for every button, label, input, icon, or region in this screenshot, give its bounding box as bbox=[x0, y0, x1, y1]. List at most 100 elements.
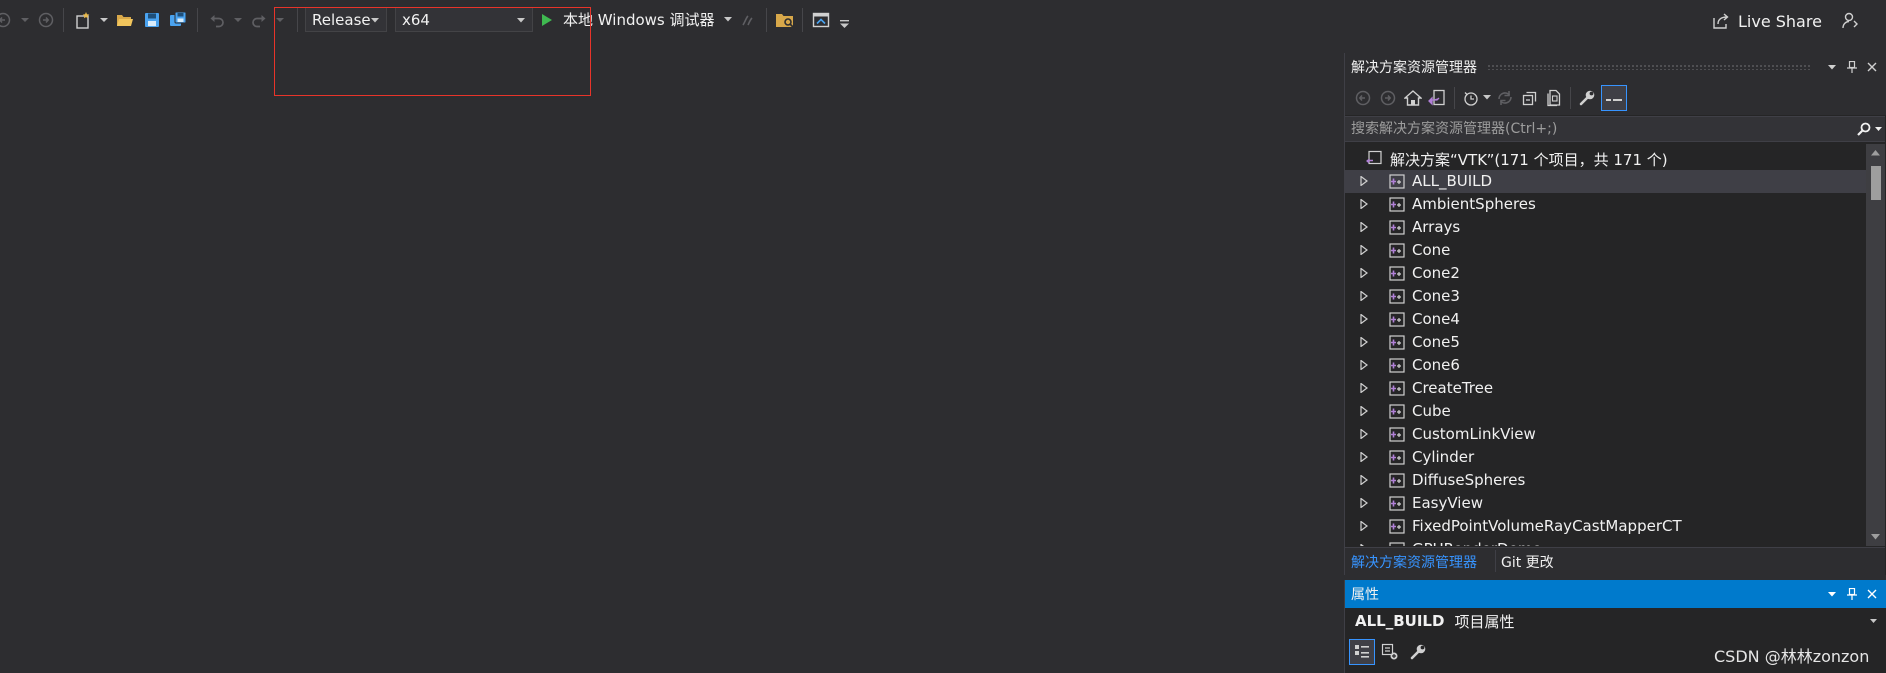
window-menu-dropdown-icon[interactable] bbox=[1822, 584, 1842, 604]
title-grip[interactable] bbox=[1487, 64, 1812, 70]
tree-item-project[interactable]: DiffuseSpheres bbox=[1345, 469, 1866, 492]
forward-icon[interactable] bbox=[1377, 87, 1399, 109]
expand-arrow-icon[interactable] bbox=[1360, 337, 1368, 347]
chevron-down-icon[interactable] bbox=[723, 17, 732, 22]
new-project-dropdown-icon[interactable] bbox=[99, 13, 109, 27]
toolbar-separator bbox=[802, 8, 803, 32]
expand-arrow-icon[interactable] bbox=[1360, 245, 1368, 255]
tree-item-project[interactable]: ALL_BUILD bbox=[1345, 170, 1866, 193]
scroll-up-icon[interactable] bbox=[1871, 150, 1880, 156]
tree-item-project[interactable]: Cone3 bbox=[1345, 285, 1866, 308]
properties-object-selector[interactable]: ALL_BUILD 项目属性 bbox=[1345, 608, 1885, 634]
tree-item-project[interactable]: EasyView bbox=[1345, 492, 1866, 515]
tree-item-label: ALL_BUILD bbox=[1412, 172, 1493, 190]
toolbar-separator bbox=[63, 8, 64, 32]
customize-toolbar-icon[interactable] bbox=[839, 17, 849, 31]
expand-arrow-icon[interactable] bbox=[1360, 544, 1368, 546]
new-project-icon[interactable] bbox=[72, 9, 94, 31]
close-icon[interactable] bbox=[1862, 584, 1882, 604]
tree-item-project[interactable]: GPURenderDemo bbox=[1345, 538, 1866, 546]
preview-selected-items-icon[interactable] bbox=[1601, 85, 1627, 111]
feedback-icon[interactable] bbox=[1838, 9, 1860, 31]
hot-reload-icon[interactable] bbox=[737, 9, 759, 31]
expand-arrow-icon[interactable] bbox=[1360, 521, 1368, 531]
back-dropdown-icon[interactable] bbox=[14, 9, 36, 31]
tree-item-label: AmbientSpheres bbox=[1412, 195, 1536, 213]
tab-git-changes[interactable]: Git 更改 bbox=[1501, 552, 1554, 572]
filter-dropdown-icon[interactable] bbox=[1483, 95, 1491, 100]
property-pages-wrench-icon[interactable] bbox=[1405, 639, 1431, 665]
alphabetical-icon[interactable] bbox=[1377, 639, 1403, 665]
tree-item-project[interactable]: Cone2 bbox=[1345, 262, 1866, 285]
collapse-all-icon[interactable] bbox=[1519, 87, 1541, 109]
save-all-icon[interactable] bbox=[167, 9, 189, 31]
tree-item-project[interactable]: Cone4 bbox=[1345, 308, 1866, 331]
expand-arrow-icon[interactable] bbox=[1360, 475, 1368, 485]
cpp-project-icon bbox=[1389, 197, 1405, 212]
show-all-files-icon[interactable] bbox=[1543, 87, 1565, 109]
back-icon[interactable] bbox=[1352, 87, 1374, 109]
expand-arrow-icon[interactable] bbox=[1360, 268, 1368, 278]
search-options-button[interactable] bbox=[1853, 122, 1885, 136]
pending-changes-filter-icon[interactable] bbox=[1460, 87, 1482, 109]
cpp-project-icon bbox=[1389, 220, 1405, 235]
navigate-forward-icon[interactable] bbox=[35, 9, 57, 31]
tree-item-project[interactable]: CustomLinkView bbox=[1345, 423, 1866, 446]
cpp-project-icon bbox=[1389, 381, 1405, 396]
solution-explorer-search-input[interactable] bbox=[1345, 117, 1853, 141]
properties-wrench-icon[interactable] bbox=[1576, 87, 1598, 109]
expand-arrow-icon[interactable] bbox=[1360, 452, 1368, 462]
solution-node[interactable]: 解决方案“VTK”(171 个项目，共 171 个) bbox=[1345, 147, 1866, 170]
cpp-project-icon bbox=[1389, 243, 1405, 258]
expand-arrow-icon[interactable] bbox=[1360, 222, 1368, 232]
open-folder-icon[interactable] bbox=[114, 9, 136, 31]
switch-views-icon[interactable] bbox=[1426, 87, 1448, 109]
categorized-icon[interactable] bbox=[1349, 639, 1375, 665]
expand-arrow-icon[interactable] bbox=[1360, 383, 1368, 393]
pin-icon[interactable] bbox=[1842, 584, 1862, 604]
tree-item-project[interactable]: Cylinder bbox=[1345, 446, 1866, 469]
tree-item-project[interactable]: Cone6 bbox=[1345, 354, 1866, 377]
window-menu-dropdown-icon[interactable] bbox=[1822, 57, 1842, 77]
home-icon[interactable] bbox=[1402, 87, 1424, 109]
pin-icon[interactable] bbox=[1842, 57, 1862, 77]
solution-explorer-toolbar bbox=[1345, 81, 1886, 115]
tree-item-project[interactable]: Cone5 bbox=[1345, 331, 1866, 354]
scrollbar-thumb[interactable] bbox=[1871, 166, 1881, 200]
close-icon[interactable] bbox=[1862, 57, 1882, 77]
expand-arrow-icon[interactable] bbox=[1360, 429, 1368, 439]
expand-arrow-icon[interactable] bbox=[1360, 199, 1368, 209]
expand-arrow-icon[interactable] bbox=[1360, 314, 1368, 324]
undo-dropdown-icon[interactable] bbox=[233, 13, 243, 27]
navigate-back-icon[interactable] bbox=[0, 9, 14, 31]
tree-item-label: EasyView bbox=[1412, 494, 1483, 512]
tree-item-project[interactable]: AmbientSpheres bbox=[1345, 193, 1866, 216]
browse-folder-icon[interactable] bbox=[774, 9, 796, 31]
undo-icon[interactable] bbox=[206, 9, 228, 31]
expand-arrow-icon[interactable] bbox=[1360, 498, 1368, 508]
save-icon[interactable] bbox=[141, 9, 163, 31]
browser-link-icon[interactable] bbox=[810, 9, 832, 31]
tree-item-project[interactable]: FixedPointVolumeRayCastMapperCT bbox=[1345, 515, 1866, 538]
cpp-project-icon bbox=[1389, 496, 1405, 511]
cpp-project-icon bbox=[1389, 289, 1405, 304]
cpp-project-icon bbox=[1389, 519, 1405, 534]
scroll-down-icon[interactable] bbox=[1871, 534, 1880, 540]
solution-icon bbox=[1366, 150, 1382, 165]
live-share-button[interactable]: Live Share bbox=[1712, 9, 1822, 33]
expand-arrow-icon[interactable] bbox=[1360, 406, 1368, 416]
tree-item-project[interactable]: Arrays bbox=[1345, 216, 1866, 239]
redo-icon[interactable] bbox=[248, 9, 270, 31]
tab-solution-explorer[interactable]: 解决方案资源管理器 bbox=[1351, 552, 1477, 572]
sync-icon[interactable] bbox=[1494, 87, 1516, 109]
properties-title-bar: 属性 bbox=[1345, 580, 1886, 608]
tree-vertical-scrollbar[interactable] bbox=[1866, 144, 1885, 546]
tree-item-project[interactable]: CreateTree bbox=[1345, 377, 1866, 400]
live-share-label: Live Share bbox=[1738, 11, 1822, 31]
expand-arrow-icon[interactable] bbox=[1360, 360, 1368, 370]
tree-item-label: Cone6 bbox=[1412, 356, 1460, 374]
expand-arrow-icon[interactable] bbox=[1360, 291, 1368, 301]
tree-item-project[interactable]: Cube bbox=[1345, 400, 1866, 423]
expand-arrow-icon[interactable] bbox=[1360, 176, 1368, 186]
tree-item-project[interactable]: Cone bbox=[1345, 239, 1866, 262]
